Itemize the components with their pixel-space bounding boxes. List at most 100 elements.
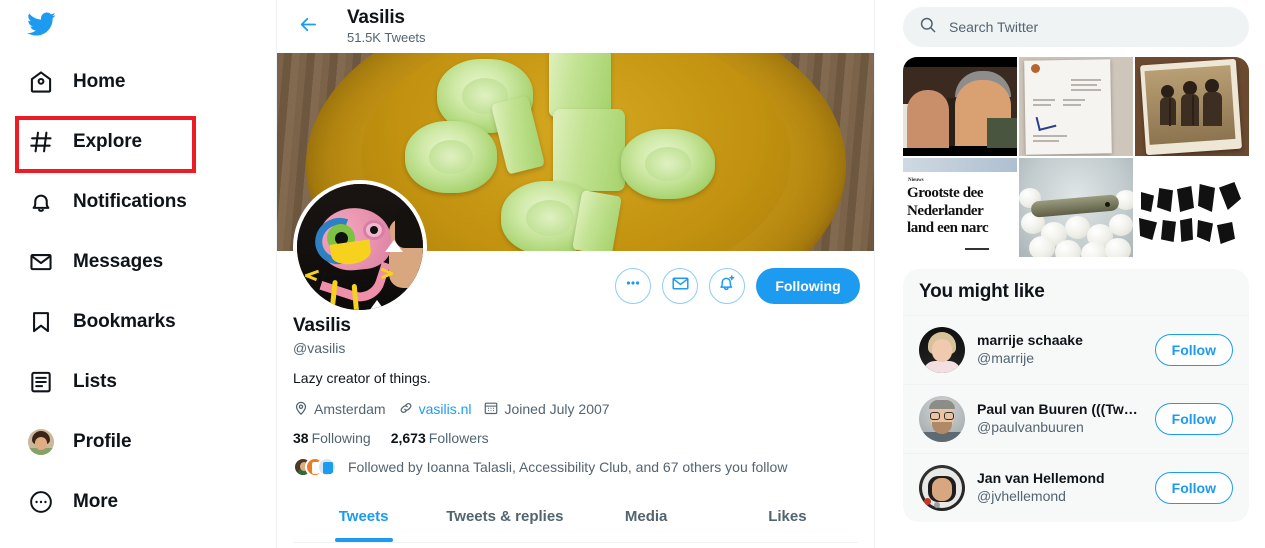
profile-website[interactable]: vasilis.nl [398, 400, 472, 419]
list-icon [27, 368, 55, 396]
media-tile[interactable] [1135, 158, 1249, 257]
sidebar-item-bookmarks[interactable]: Bookmarks [0, 292, 276, 352]
sidebar-item-notifications[interactable]: Notifications [0, 172, 276, 232]
list-item[interactable]: Paul van Buuren (((Tw… @paulvanbuuren Fo… [903, 384, 1249, 453]
sidebar-item-label: Explore [73, 131, 142, 152]
avatar [28, 429, 54, 455]
sidebar-item-home[interactable]: Home [0, 52, 276, 112]
profile-display-name: Vasilis [293, 315, 351, 336]
profile-info: Vasilis @vasilis Lazy creator of things.… [277, 309, 874, 543]
twitter-bird-icon [26, 9, 56, 39]
followers-stat[interactable]: 2,673 Followers [391, 430, 489, 446]
profile-avatar[interactable] [293, 180, 427, 314]
headline-line: land een narc [907, 220, 989, 237]
followers-count: 2,673 [390, 429, 426, 446]
media-tile[interactable]: Nieuws Grootste dee Nederlander land een… [903, 158, 1017, 257]
more-dots-icon [623, 273, 643, 298]
sidebar-item-label: Notifications [73, 191, 187, 212]
website-link[interactable]: vasilis.nl [419, 401, 472, 417]
tab-tweets-replies[interactable]: Tweets & replies [434, 491, 575, 542]
follow-button[interactable]: Follow [1154, 472, 1233, 504]
sidebar-item-label: Home [73, 71, 126, 92]
search-icon [919, 16, 937, 39]
avatar [919, 327, 965, 373]
calendar-icon [483, 400, 499, 419]
media-tile[interactable] [1135, 57, 1249, 156]
suggestion-name: Jan van Hellemond [977, 470, 1105, 486]
nav-list: Home Explore Notifications Messages Book… [0, 52, 276, 532]
media-tile-kicker: Nieuws [908, 178, 924, 183]
sidebar-item-label: Bookmarks [73, 311, 176, 332]
followers-label: Followers [428, 429, 489, 446]
link-icon [398, 400, 414, 419]
avatar [919, 396, 965, 442]
tab-tweets[interactable]: Tweets [293, 491, 434, 542]
sidebar-item-messages[interactable]: Messages [0, 232, 276, 292]
suggestion-handle: @jvhellemond [977, 488, 1066, 504]
right-sidebar: Nieuws Grootste dee Nederlander land een… [875, 0, 1265, 548]
media-tile[interactable] [903, 57, 1017, 156]
follow-button[interactable]: Follow [1154, 403, 1233, 435]
profile-bio: Lazy creator of things. [293, 369, 431, 386]
suggestion-name: Paul van Buuren (((Tw… [977, 401, 1138, 417]
location-pin-icon [293, 400, 309, 419]
profile-tabs: Tweets Tweets & replies Media Likes [293, 491, 858, 543]
following-label: Following [311, 429, 371, 446]
sidebar-item-more[interactable]: More [0, 472, 276, 532]
headline-line: Nederlander [907, 202, 984, 219]
message-button[interactable] [662, 267, 698, 304]
notify-button[interactable] [709, 267, 745, 304]
bell-plus-icon [717, 273, 737, 298]
avatar-icon [27, 428, 55, 456]
tab-media[interactable]: Media [576, 491, 717, 542]
search-input[interactable] [949, 19, 1233, 35]
more-options-button[interactable] [615, 267, 651, 304]
profile-header-bar: Vasilis 51.5K Tweets [277, 0, 874, 53]
avatar [317, 456, 337, 477]
envelope-icon [27, 248, 55, 276]
follow-button[interactable]: Follow [1154, 334, 1233, 366]
list-item[interactable]: Jan van Hellemond @jvhellemond Follow [903, 453, 1249, 522]
suggestion-handle: @paulvanbuuren [977, 419, 1084, 435]
hashtag-icon [27, 128, 55, 156]
envelope-icon [671, 274, 690, 298]
left-navigation: Home Explore Notifications Messages Book… [0, 0, 276, 548]
sidebar-item-profile[interactable]: Profile [0, 412, 276, 472]
twitter-app: Home Explore Notifications Messages Book… [0, 0, 1265, 548]
you-might-like-panel: You might like marrije schaake @marrije … [903, 269, 1249, 522]
media-tile-headline: Grootste dee Nederlander land een narc [907, 185, 1017, 238]
avatar [919, 465, 965, 511]
media-tile[interactable] [1019, 158, 1133, 257]
sidebar-item-label: Lists [73, 371, 117, 392]
profile-stats: 38 Following 2,673 Followers [293, 430, 858, 446]
media-grid: Nieuws Grootste dee Nederlander land een… [903, 57, 1249, 257]
search-bar[interactable] [903, 7, 1249, 47]
cucumber-slab [553, 109, 625, 191]
joined-label: Joined July 2007 [504, 401, 610, 418]
tab-likes[interactable]: Likes [717, 491, 858, 542]
back-button[interactable] [291, 10, 325, 44]
page-title: Vasilis [347, 7, 405, 29]
more-circle-icon [27, 488, 55, 516]
media-tile[interactable] [1019, 57, 1133, 156]
following-count: 38 [293, 429, 309, 446]
sidebar-item-lists[interactable]: Lists [0, 352, 276, 412]
headline-line: Grootste dee [907, 185, 984, 201]
followed-by-avatars [293, 456, 337, 477]
panel-title: You might like [919, 281, 1045, 302]
header-titles: Vasilis 51.5K Tweets [347, 7, 426, 46]
suggestion-names: marrije schaake @marrije [977, 332, 1143, 368]
following-stat[interactable]: 38 Following [293, 430, 371, 446]
back-arrow-icon [298, 14, 319, 40]
sidebar-item-label: Messages [73, 251, 164, 272]
followed-by-row[interactable]: Followed by Ioanna Talasli, Accessibilit… [293, 456, 858, 477]
list-item[interactable]: marrije schaake @marrije Follow [903, 315, 1249, 384]
suggestion-name: marrije schaake [977, 332, 1083, 348]
profile-location: Amsterdam [293, 400, 386, 419]
followed-by-text: Followed by Ioanna Talasli, Accessibilit… [348, 458, 788, 475]
following-button[interactable]: Following [756, 267, 860, 304]
sidebar-item-explore[interactable]: Explore [0, 112, 276, 172]
twitter-logo[interactable] [0, 0, 276, 52]
cucumber-slice [621, 129, 715, 199]
bell-icon [27, 188, 55, 216]
